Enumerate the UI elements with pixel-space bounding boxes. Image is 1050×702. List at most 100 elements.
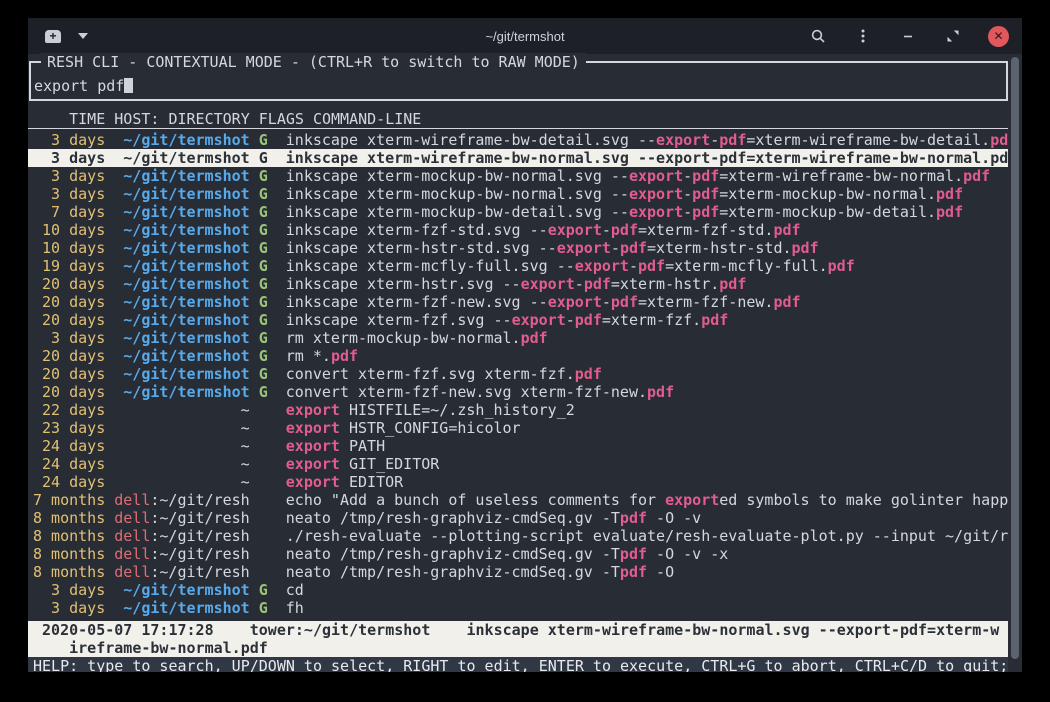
row-command: inkscape xterm-mockup-bw-normal.svg --ex… xyxy=(286,185,1008,203)
row-command: rm xterm-mockup-bw-normal.pdf xyxy=(286,329,1008,347)
row-command: rm *.pdf xyxy=(286,347,1008,365)
row-flag xyxy=(259,419,268,437)
row-command: inkscape xterm-fzf.svg --export-pdf=xter… xyxy=(286,311,1008,329)
row-time: 20 days xyxy=(33,293,105,311)
history-row[interactable]: 3 days~/git/termshotGfh xyxy=(28,599,1008,617)
history-row[interactable]: 20 days~/git/termshotGinkscape xterm-fzf… xyxy=(28,311,1008,329)
search-box-title: RESH CLI - CONTEXTUAL MODE - (CTRL+R to … xyxy=(41,53,586,71)
row-host: dell:~/git/resh xyxy=(114,491,249,509)
row-host: ~ xyxy=(114,437,249,455)
history-row[interactable]: 24 days~ export PATH xyxy=(28,437,1008,455)
row-time: 20 days xyxy=(33,347,105,365)
close-button[interactable]: ✕ xyxy=(988,26,1009,47)
row-time: 10 days xyxy=(33,221,105,239)
history-row[interactable]: 24 days~ export GIT_EDITOR xyxy=(28,455,1008,473)
row-command: inkscape xterm-fzf-std.svg --export-pdf=… xyxy=(286,221,1008,239)
history-row[interactable]: 3 days~/git/termshotGinkscape xterm-mock… xyxy=(28,185,1008,203)
row-time: 20 days xyxy=(33,275,105,293)
minimize-button[interactable] xyxy=(898,26,918,46)
row-host: ~/git/termshot xyxy=(114,149,249,167)
row-time: 8 months xyxy=(33,509,105,527)
row-command: export EDITOR xyxy=(286,473,1008,491)
row-flag: G xyxy=(259,221,268,239)
row-time: 3 days xyxy=(33,149,105,167)
search-button[interactable] xyxy=(808,26,828,46)
restore-button[interactable] xyxy=(943,26,963,46)
history-row[interactable]: 10 days~/git/termshotGinkscape xterm-hst… xyxy=(28,239,1008,257)
row-command: ./resh-evaluate --plotting-script evalua… xyxy=(286,527,1008,545)
row-host: ~/git/termshot xyxy=(114,329,249,347)
row-command: inkscape xterm-mcfly-full.svg --export-p… xyxy=(286,257,1008,275)
row-flag xyxy=(259,455,268,473)
history-row[interactable]: 7 monthsdell:~/git/resh echo "Add a bunc… xyxy=(28,491,1008,509)
row-flag: G xyxy=(259,203,268,221)
history-row[interactable]: 3 days~/git/termshotGinkscape xterm-wire… xyxy=(28,149,1008,167)
row-host: ~/git/termshot xyxy=(114,239,249,257)
history-row[interactable]: 8 months dell:~/git/resh ./resh-evaluate … xyxy=(28,527,1008,545)
row-flag xyxy=(259,491,268,509)
status-line-1: 2020-05-07 17:17:28 tower:~/git/termshot… xyxy=(28,621,1008,639)
history-row[interactable]: 19 days ~/git/termshot Ginkscape xterm-mcf… xyxy=(28,257,1008,275)
row-host: dell:~/git/resh xyxy=(114,563,249,581)
row-command: fh xyxy=(286,599,1008,617)
row-time: 8 months xyxy=(33,563,105,581)
row-host: dell:~/git/resh xyxy=(114,527,249,545)
new-tab-button[interactable]: + xyxy=(45,30,61,43)
row-flag: G xyxy=(259,275,268,293)
status-line-2: ireframe-bw-normal.pdf xyxy=(28,639,1008,657)
text-cursor xyxy=(124,78,133,93)
row-command: inkscape xterm-mockup-bw-detail.svg --ex… xyxy=(286,203,1008,221)
history-row[interactable]: 10 days~/git/termshotGinkscape xterm-fzf… xyxy=(28,221,1008,239)
chevron-down-icon[interactable] xyxy=(78,33,88,39)
history-row[interactable]: 3 days~/git/termshotGcd xyxy=(28,581,1008,599)
terminal-window: + ~/git/termshot xyxy=(28,18,1022,672)
row-host: ~/git/termshot xyxy=(114,185,249,203)
close-icon: ✕ xyxy=(993,30,1003,42)
row-host: ~/git/termshot xyxy=(114,257,249,275)
history-row[interactable]: 20 days~/git/termshotGconvert xterm-fzf.… xyxy=(28,365,1008,383)
row-flag: G xyxy=(259,329,268,347)
row-host: ~/git/termshot xyxy=(114,383,249,401)
row-time: 3 days xyxy=(33,185,105,203)
row-flag: G xyxy=(259,167,268,185)
row-host: ~/git/termshot xyxy=(114,581,249,599)
row-time: 20 days xyxy=(33,383,105,401)
row-command: export HSTR_CONFIG=hicolor xyxy=(286,419,1008,437)
scrollbar-thumb[interactable] xyxy=(1011,57,1019,659)
row-flag: G xyxy=(259,599,268,617)
history-row[interactable]: 8 monthsdell:~/git/resh neato /tmp/resh-… xyxy=(28,563,1008,581)
row-host: ~ xyxy=(114,401,249,419)
row-flag xyxy=(259,563,268,581)
history-row[interactable]: 23 days~ export HSTR_CONFIG=hicolor xyxy=(28,419,1008,437)
history-row[interactable]: 7 days~/git/termshotGinkscape xterm-mock… xyxy=(28,203,1008,221)
history-row[interactable]: 20 days~/git/termshotGrm *.pdf xyxy=(28,347,1008,365)
row-flag xyxy=(259,527,268,545)
history-row[interactable]: 22 days~ export HISTFILE=~/.zsh_history_… xyxy=(28,401,1008,419)
history-row[interactable]: 24 days~ export EDITOR xyxy=(28,473,1008,491)
history-row[interactable]: 3 days~/git/termshotGrm xterm-mockup-bw-… xyxy=(28,329,1008,347)
row-command: inkscape xterm-wireframe-bw-normal.svg -… xyxy=(286,149,1008,167)
history-row[interactable]: 20 days~/git/termshotGinkscape xterm-fzf… xyxy=(28,293,1008,311)
history-row[interactable]: 20 days~/git/termshotGinkscape xterm-hst… xyxy=(28,275,1008,293)
row-flag: G xyxy=(259,365,268,383)
row-time: 8 months xyxy=(33,527,105,545)
history-row[interactable]: 3 days~/git/termshotGinkscape xterm-mock… xyxy=(28,167,1008,185)
row-time: 3 days xyxy=(33,131,105,149)
history-row[interactable]: 8 monthsdell:~/git/resh neato /tmp/resh-… xyxy=(28,509,1008,527)
row-flag: G xyxy=(259,257,268,275)
row-time: 24 days xyxy=(33,473,105,491)
restore-icon xyxy=(946,29,960,43)
row-time: 19 days xyxy=(33,257,105,275)
search-query-text: export pdf xyxy=(34,77,124,95)
history-row[interactable]: 8 monthsdell:~/git/resh neato /tmp/resh-… xyxy=(28,545,1008,563)
row-command: export GIT_EDITOR xyxy=(286,455,1008,473)
row-flag: G xyxy=(259,383,268,401)
minimize-icon xyxy=(901,29,915,43)
history-row[interactable]: 3 days~/git/termshotGinkscape xterm-wire… xyxy=(28,131,1008,149)
history-row[interactable]: 20 days~/git/termshotGconvert xterm-fzf-… xyxy=(28,383,1008,401)
menu-button[interactable] xyxy=(853,26,873,46)
row-host: ~ xyxy=(114,419,249,437)
titlebar: + ~/git/termshot xyxy=(28,18,1022,54)
row-time: 10 days xyxy=(33,239,105,257)
search-icon xyxy=(810,28,826,44)
